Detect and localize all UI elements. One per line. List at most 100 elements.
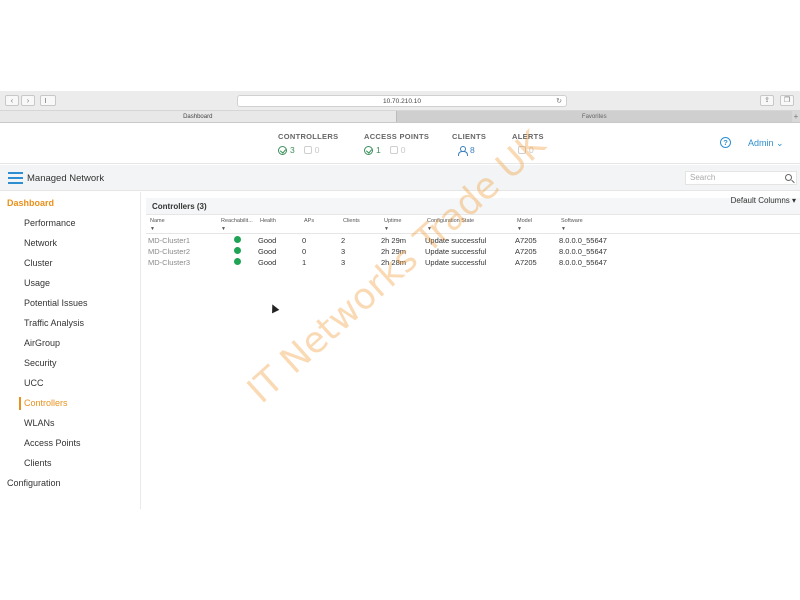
- cell-model: A7205: [515, 236, 537, 245]
- address-bar[interactable]: 10.70.210.10 ↻: [237, 95, 567, 107]
- main-content: Controllers (3) Default Columns ▾ Name ▼…: [142, 192, 800, 509]
- hamburger-menu-icon[interactable]: [8, 172, 23, 184]
- table-row[interactable]: MD-Cluster1 Good 0 2 2h 29m Update succe…: [146, 235, 800, 246]
- cell-health: Good: [258, 258, 277, 267]
- access-points-title: ACCESS POINTS: [364, 132, 430, 141]
- table-row[interactable]: MD-Cluster3 Good 1 3 2h 28m Update succe…: [146, 257, 800, 268]
- search-placeholder: Search: [690, 173, 716, 182]
- browser-toolbar: ‹ › 10.70.210.10 ↻ ⇪ ❐: [0, 91, 800, 111]
- sidebar-item-configuration[interactable]: Configuration: [7, 478, 61, 488]
- cell-model: A7205: [515, 247, 537, 256]
- back-icon[interactable]: ‹: [5, 95, 19, 106]
- controllers-title: CONTROLLERS: [278, 132, 339, 141]
- admin-menu[interactable]: Admin ⌄: [748, 138, 784, 149]
- controllers-panel-header: Controllers (3): [146, 198, 800, 215]
- cell-health: Good: [258, 236, 277, 245]
- column-header-clients[interactable]: Clients: [343, 218, 360, 224]
- sort-icon[interactable]: ▼: [150, 226, 155, 232]
- search-input[interactable]: Search: [685, 171, 797, 185]
- cell-name[interactable]: MD-Cluster3: [148, 258, 190, 267]
- sidebar-item-clients[interactable]: Clients: [24, 458, 52, 468]
- alert-icon: [518, 146, 526, 154]
- check-circle-icon: [278, 145, 287, 155]
- share-icon[interactable]: ⇪: [760, 95, 774, 106]
- reachability-status-icon: [234, 247, 241, 254]
- cell-aps: 1: [302, 258, 307, 267]
- cell-software: 8.0.0.0_55647: [559, 236, 607, 245]
- sidebar-item-controllers[interactable]: Controllers: [24, 398, 68, 408]
- cell-software: 8.0.0.0_55647: [559, 247, 607, 256]
- controllers-other-count: 0: [314, 145, 320, 155]
- tab-dashboard[interactable]: Dashboard: [0, 111, 396, 122]
- column-header-configuration-state[interactable]: Configuration State: [427, 218, 474, 224]
- box-icon: [303, 146, 312, 154]
- table-row[interactable]: MD-Cluster2 Good 0 3 2h 29m Update succe…: [146, 246, 800, 257]
- sidebar-item-wlans[interactable]: WLANs: [24, 418, 55, 428]
- column-header-reachability[interactable]: Reachabilit...: [221, 218, 253, 224]
- column-header-aps[interactable]: APs: [304, 218, 314, 224]
- sidebar-item-network[interactable]: Network: [24, 238, 57, 248]
- search-icon[interactable]: [785, 174, 792, 181]
- sort-icon[interactable]: ▼: [221, 226, 226, 232]
- check-circle-icon: [364, 145, 373, 155]
- column-header-name[interactable]: Name: [150, 218, 165, 224]
- clients-summary[interactable]: CLIENTS 8: [452, 132, 487, 156]
- alerts-summary[interactable]: ALERTS 0: [512, 132, 544, 155]
- user-icon: [458, 145, 468, 156]
- cell-name[interactable]: MD-Cluster2: [148, 247, 190, 256]
- url-text: 10.70.210.10: [383, 98, 421, 105]
- sidebar-item-access-points[interactable]: Access Points: [24, 438, 81, 448]
- cell-name[interactable]: MD-Cluster1: [148, 236, 190, 245]
- sort-icon[interactable]: ▼: [427, 226, 432, 232]
- sidebar-item-traffic-analysis[interactable]: Traffic Analysis: [24, 318, 84, 328]
- column-header-software[interactable]: Software: [561, 218, 583, 224]
- clients-count: 8: [470, 145, 475, 155]
- sidebar-item-security[interactable]: Security: [24, 358, 57, 368]
- column-header-health[interactable]: Health: [260, 218, 276, 224]
- help-icon[interactable]: ?: [720, 137, 731, 148]
- cell-aps: 0: [302, 236, 307, 245]
- tab-favorites[interactable]: Favorites: [395, 111, 792, 122]
- access-points-ok-count: 1: [376, 145, 381, 155]
- cell-clients: 3: [341, 258, 346, 267]
- cell-clients: 3: [341, 247, 346, 256]
- browser-window: ‹ › 10.70.210.10 ↻ ⇪ ❐ Dashboard Favorit…: [0, 91, 800, 509]
- sidebar-item-performance[interactable]: Performance: [24, 218, 76, 228]
- column-header-uptime[interactable]: Uptime: [384, 218, 401, 224]
- reachability-status-icon: [234, 258, 241, 265]
- cell-configuration-state: Update successful: [425, 247, 487, 256]
- sidebar-toggle-icon[interactable]: [40, 95, 56, 106]
- cell-aps: 0: [302, 247, 307, 256]
- default-columns-dropdown[interactable]: Default Columns ▾: [731, 196, 796, 205]
- new-tab-button[interactable]: +: [792, 111, 800, 122]
- sidebar-header-dashboard[interactable]: Dashboard: [7, 198, 54, 208]
- sort-icon[interactable]: ▼: [384, 226, 389, 232]
- browser-tab-bar: Dashboard Favorites +: [0, 111, 800, 123]
- access-points-summary[interactable]: ACCESS POINTS 1 0: [364, 132, 429, 155]
- sidebar-item-airgroup[interactable]: AirGroup: [24, 338, 60, 348]
- access-points-other-count: 0: [400, 145, 406, 155]
- sidebar-item-potential-issues[interactable]: Potential Issues: [24, 298, 88, 308]
- reachability-status-icon: [234, 236, 241, 243]
- sidebar-item-cluster[interactable]: Cluster: [24, 258, 53, 268]
- controllers-summary[interactable]: CONTROLLERS 3 0: [278, 132, 338, 155]
- network-title[interactable]: Managed Network: [27, 173, 104, 184]
- nav-buttons: ‹ ›: [5, 95, 35, 106]
- cell-configuration-state: Update successful: [425, 236, 487, 245]
- reload-icon[interactable]: ↻: [556, 96, 562, 107]
- cell-clients: 2: [341, 236, 346, 245]
- table-header: Name ▼ Reachabilit... ▼ Health APs Clien…: [146, 216, 800, 234]
- clients-title: CLIENTS: [452, 132, 487, 141]
- sidebar: Dashboard Performance Network Cluster Us…: [0, 192, 141, 509]
- panel-title: Controllers (3): [152, 202, 207, 211]
- cell-uptime: 2h 29m: [381, 247, 407, 256]
- tabs-overview-icon[interactable]: ❐: [780, 95, 794, 106]
- column-header-model[interactable]: Model: [517, 218, 532, 224]
- sort-icon[interactable]: ▼: [517, 226, 522, 232]
- summary-bar: CONTROLLERS 3 0 ACCESS POINTS 1 0 CLIENT…: [0, 124, 800, 164]
- sidebar-item-ucc[interactable]: UCC: [24, 378, 44, 388]
- cell-model: A7205: [515, 258, 537, 267]
- sort-icon[interactable]: ▼: [561, 226, 566, 232]
- forward-icon[interactable]: ›: [21, 95, 35, 106]
- sidebar-item-usage[interactable]: Usage: [24, 278, 50, 288]
